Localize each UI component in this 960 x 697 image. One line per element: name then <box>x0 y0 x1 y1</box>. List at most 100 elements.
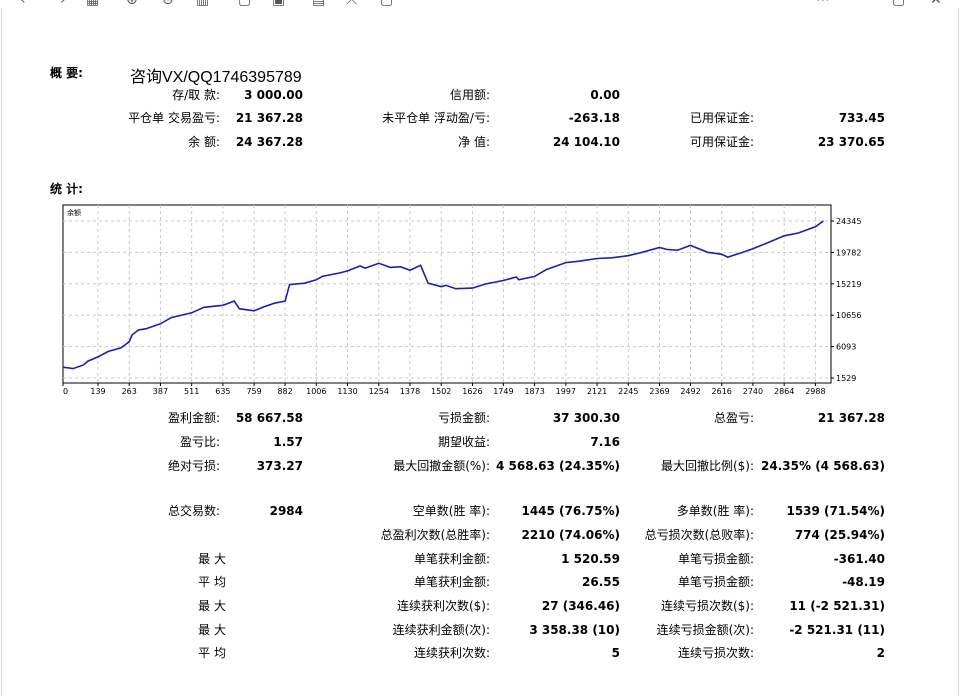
balance-chart: 0 139 263 387 511 635 759 882 1006 1130 1254 1378 15… <box>62 204 861 396</box>
stat-label-r2-c0: 绝对亏损: <box>167 459 220 473</box>
stat-label-r5-c0: 最 大 <box>198 552 226 566</box>
closed-pl-label: 平仓单 交易盈亏: <box>128 111 220 125</box>
stat-label-r0-c1: 亏损金额: <box>437 411 490 425</box>
stat-label-r1-c1: 期望收益: <box>437 435 490 449</box>
stat-value-r0-c0: 58 667.58 <box>235 411 303 425</box>
x-tick-label: 1626 <box>462 387 482 396</box>
x-tick-label: 1749 <box>493 387 513 396</box>
stat-value-r3-c2: 1539 (71.54%) <box>786 504 885 518</box>
stat-label-r9-c2: 连续亏损次数: <box>677 646 754 660</box>
used-margin-label: 已用保证金: <box>689 111 754 125</box>
series-label: 余额 <box>67 208 81 217</box>
stat-label-r8-c0: 最 大 <box>198 623 226 637</box>
x-tick-label: 1006 <box>306 387 326 396</box>
stat-value-r9-c2: 2 <box>876 646 885 660</box>
x-tick-label: 263 <box>122 387 137 396</box>
close-icon[interactable]: ✕ <box>930 0 942 8</box>
y-tick-label: 24345 <box>836 217 861 226</box>
stat-label-r6-c2: 单笔亏损金额: <box>677 575 754 589</box>
stat-label-r5-c1: 单笔获利金额: <box>413 552 490 566</box>
stat-value-r4-c2: 774 (25.94%) <box>794 528 885 542</box>
stat-label-r7-c2: 连续亏损次数($): <box>660 599 754 613</box>
grid-icon[interactable]: ▦ <box>86 0 99 8</box>
x-tick-label: 2616 <box>712 387 732 396</box>
floating-pl-label: 未平仓单 浮动盈/亏: <box>382 111 490 125</box>
x-tick-label: 1997 <box>556 387 576 396</box>
free-margin-value: 23 370.65 <box>817 135 885 149</box>
x-tick-label: 882 <box>277 387 292 396</box>
x-tick-label: 2492 <box>680 387 700 396</box>
stat-label-r3-c2: 多单数(胜 率): <box>676 504 754 518</box>
credit-value: 0.00 <box>590 88 620 102</box>
stat-value-r0-c1: 37 300.30 <box>552 411 620 425</box>
y-tick-label: 15219 <box>836 280 861 289</box>
stat-value-r1-c0: 1.57 <box>273 435 303 449</box>
floating-pl-value: -263.18 <box>568 111 620 125</box>
stat-value-r5-c2: -361.40 <box>833 552 885 566</box>
equity-label: 净 值: <box>458 135 490 149</box>
print-icon[interactable]: ▤ <box>312 0 325 8</box>
stat-value-r0-c2: 21 367.28 <box>817 411 885 425</box>
zoom-out-icon[interactable]: ⊖ <box>162 0 174 8</box>
back-arrow-icon[interactable]: ‹ <box>20 0 26 8</box>
stat-label-r3-c1: 空单数(胜 率): <box>412 504 490 518</box>
x-tick-label: 139 <box>90 387 105 396</box>
stat-value-r8-c2: -2 521.31 (11) <box>789 623 885 637</box>
stat-value-r2-c2: 24.35% (4 568.63) <box>761 459 885 473</box>
maximize-icon[interactable]: ▢ <box>892 0 905 8</box>
expand-icon[interactable]: ⤧ <box>346 0 357 8</box>
x-tick-label: 2245 <box>618 387 638 396</box>
x-tick-label: 2864 <box>774 387 794 396</box>
stat-value-r7-c2: 11 (-2 521.31) <box>789 599 885 613</box>
stat-label-r8-c2: 连续亏损金额(次): <box>656 623 754 637</box>
stat-label-r0-c0: 盈利金额: <box>167 411 220 425</box>
stat-label-r7-c1: 连续获利次数($): <box>396 599 490 613</box>
x-tick-label: 511 <box>184 387 199 396</box>
stat-value-r7-c1: 27 (346.46) <box>541 599 620 613</box>
stat-value-r5-c1: 1 520.59 <box>561 552 620 566</box>
stat-label-r6-c0: 平 均 <box>198 575 226 589</box>
stat-value-r3-c1: 1445 (76.75%) <box>521 504 620 518</box>
stat-label-r5-c2: 单笔亏损金额: <box>677 552 754 566</box>
forward-arrow-icon[interactable]: › <box>60 0 66 8</box>
x-tick-label: 2121 <box>587 387 607 396</box>
x-tick-label: 635 <box>215 387 230 396</box>
zoom-in-icon[interactable]: ⊕ <box>126 0 138 8</box>
summary-heading: 概 要: <box>50 66 83 80</box>
stat-value-r1-c1: 7.16 <box>590 435 620 449</box>
save-icon[interactable]: ▣ <box>272 0 285 8</box>
stats-heading: 统 计: <box>50 182 83 196</box>
y-tick-label: 1529 <box>836 374 856 383</box>
stat-value-r4-c1: 2210 (74.06%) <box>521 528 620 542</box>
stat-label-r0-c2: 总盈亏: <box>713 411 754 425</box>
stat-label-r7-c0: 最 大 <box>198 599 226 613</box>
more-icon[interactable]: ⋯ <box>816 0 830 8</box>
equity-value: 24 104.10 <box>552 135 620 149</box>
credit-label: 信用额: <box>449 88 490 102</box>
x-tick-label: 2369 <box>649 387 669 396</box>
export-icon[interactable]: ▢ <box>380 0 393 8</box>
x-tick-label: 387 <box>153 387 168 396</box>
stat-label-r3-c0: 总交易数: <box>167 504 220 518</box>
stat-label-r1-c0: 盈亏比: <box>179 435 220 449</box>
stat-value-r2-c0: 373.27 <box>256 459 303 473</box>
y-tick-label: 6093 <box>836 343 856 352</box>
x-tick-label: 1502 <box>431 387 451 396</box>
stat-value-r3-c0: 2984 <box>269 504 303 518</box>
x-tick-label: 759 <box>246 387 261 396</box>
stat-label-r9-c0: 平 均 <box>198 646 226 660</box>
copy-icon[interactable]: ▢ <box>238 0 251 8</box>
used-margin-value: 733.45 <box>838 111 885 125</box>
stat-value-r2-c1: 4 568.63 (24.35%) <box>496 459 620 473</box>
balance-label: 余 额: <box>188 135 220 149</box>
y-axis-ticks: 24345 19782 15219 10656 6093 1529 <box>831 217 861 383</box>
deposit-label: 存/取 款: <box>172 88 220 102</box>
x-tick-label: 2988 <box>805 387 825 396</box>
stat-value-r6-c1: 26.55 <box>582 575 620 589</box>
stat-value-r6-c2: -48.19 <box>842 575 885 589</box>
x-tick-label: 0 <box>63 387 68 396</box>
chart-icon[interactable]: ▥ <box>196 0 209 8</box>
x-tick-label: 1873 <box>524 387 544 396</box>
stat-label-r4-c1: 总盈利次数(总胜率): <box>380 528 490 542</box>
closed-pl-value: 21 367.28 <box>235 111 303 125</box>
